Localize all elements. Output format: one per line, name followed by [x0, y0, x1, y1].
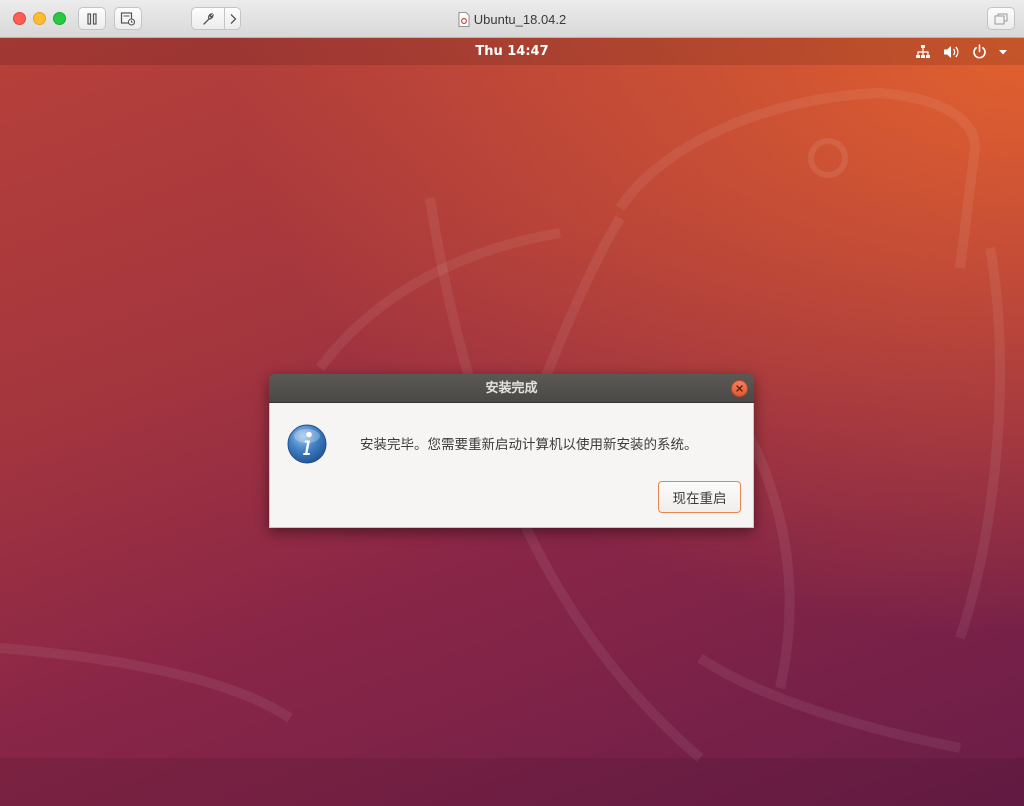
volume-status[interactable] [943, 43, 960, 61]
fullscreen-icon [994, 13, 1008, 24]
window-close-button[interactable] [13, 12, 26, 25]
window-minimize-button[interactable] [33, 12, 46, 25]
close-icon [736, 385, 743, 392]
dialog-title: 安装完成 [485, 381, 538, 396]
more-settings-button[interactable] [224, 8, 240, 29]
network-icon [916, 45, 930, 58]
ubuntu-top-bar: Thu 14:47 [0, 38, 1024, 65]
pause-vm-button[interactable] [78, 7, 106, 30]
dialog-close-button[interactable] [731, 380, 748, 397]
restart-now-button[interactable]: 现在重启 [658, 481, 741, 513]
install-complete-dialog: 安装完成 安装完毕。您需要重新启动计算机以使用新安装的系统。 现在重启 [269, 374, 754, 528]
window-zoom-button[interactable] [53, 12, 66, 25]
snapshot-icon [120, 11, 136, 26]
host-window-titlebar: Ubuntu_18.04.2 [0, 0, 1024, 38]
dialog-titlebar: 安装完成 [269, 374, 754, 403]
power-icon [973, 44, 986, 59]
desktop-bottom-strip [0, 758, 1024, 806]
fullscreen-button[interactable] [987, 7, 1015, 30]
pause-icon [87, 12, 97, 25]
document-icon [458, 11, 470, 27]
volume-icon [944, 46, 959, 58]
dropdown-arrow-icon [999, 50, 1007, 55]
settings-button-group [191, 7, 241, 30]
wrench-icon [203, 12, 214, 25]
info-icon [287, 424, 327, 464]
host-window-title: Ubuntu_18.04.2 [0, 0, 1024, 38]
network-status[interactable] [915, 43, 931, 61]
dialog-message: 安装完毕。您需要重新启动计算机以使用新安装的系统。 [360, 437, 698, 453]
system-menu-toggle[interactable] [998, 43, 1008, 61]
snapshot-button[interactable] [114, 7, 142, 30]
dialog-body: 安装完毕。您需要重新启动计算机以使用新安装的系统。 现在重启 [269, 403, 754, 528]
settings-button[interactable] [192, 8, 224, 29]
host-window-title-text: Ubuntu_18.04.2 [473, 11, 567, 27]
ubuntu-desktop: Thu 14:47 安装完成 安装完毕。您需要重新启动计算机以使用新安装的系统。… [0, 38, 1024, 806]
power-menu[interactable] [972, 43, 987, 61]
clock[interactable]: Thu 14:47 [0, 38, 1024, 65]
chevron-right-icon [230, 13, 236, 24]
